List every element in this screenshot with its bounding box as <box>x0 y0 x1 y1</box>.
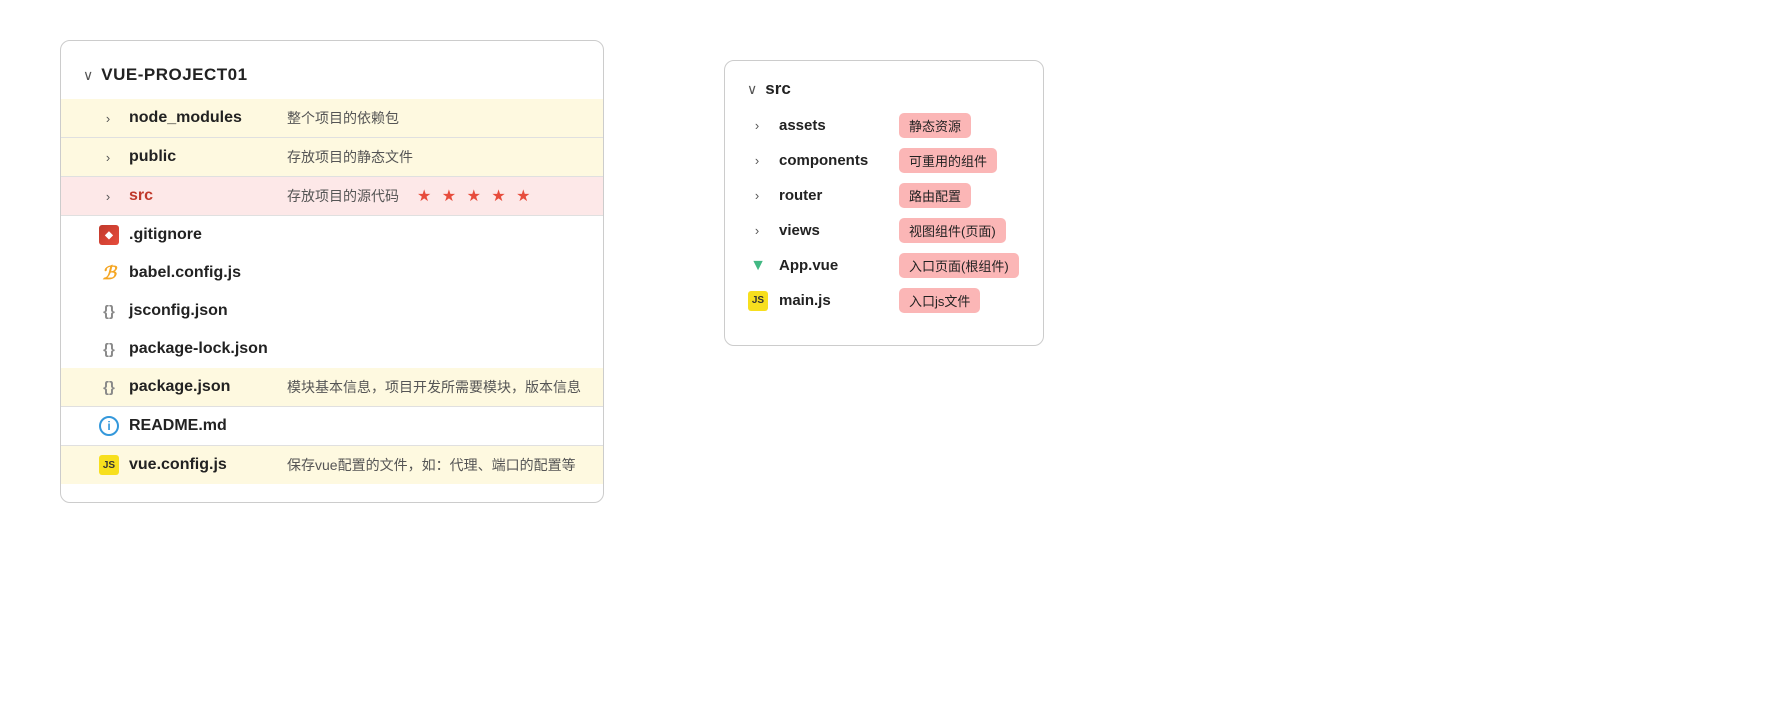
folder-icon: › <box>99 108 119 128</box>
tag-app-vue: 入口页面(根组件) <box>899 253 1019 278</box>
tag-router: 路由配置 <box>899 183 971 208</box>
folder-icon: › <box>747 188 769 203</box>
filename: assets <box>779 117 889 134</box>
list-item[interactable]: › src 存放项目的源代码 ★ ★ ★ ★ ★ <box>61 177 603 215</box>
description: 保存vue配置的文件，如：代理、端口的配置等 <box>287 455 576 475</box>
left-panel: ∨ VUE-PROJECT01 › node_modules 整个项目的依赖包 … <box>60 40 604 503</box>
list-item[interactable]: {} jsconfig.json <box>61 292 603 330</box>
stars: ★ ★ ★ ★ ★ <box>417 186 534 206</box>
list-item[interactable]: › components 可重用的组件 <box>747 148 1021 173</box>
project-title-row: ∨ VUE-PROJECT01 <box>61 59 603 99</box>
description: 整个项目的依赖包 <box>287 108 399 128</box>
filename: components <box>779 152 889 169</box>
filename: package.json <box>129 378 269 396</box>
chevron-down-icon: ∨ <box>83 67 93 84</box>
folder-icon: › <box>747 118 769 133</box>
description: 存放项目的静态文件 <box>287 147 413 167</box>
filename: node_modules <box>129 109 269 127</box>
filename: main.js <box>779 292 889 309</box>
filename: App.vue <box>779 257 889 274</box>
list-item[interactable]: ◆ .gitignore <box>61 216 603 254</box>
description: 存放项目的源代码 <box>287 186 399 206</box>
filename: README.md <box>129 417 269 435</box>
src-title: src <box>765 79 791 99</box>
js-icon: JS <box>99 455 119 475</box>
folder-icon: › <box>747 153 769 168</box>
list-item[interactable]: {} package.json 模块基本信息，项目开发所需要模块，版本信息 <box>61 368 603 406</box>
list-item[interactable]: i README.md <box>61 407 603 445</box>
tag-assets: 静态资源 <box>899 113 971 138</box>
list-item[interactable]: {} package-lock.json <box>61 330 603 368</box>
babel-icon: ℬ <box>99 263 119 283</box>
tag-views: 视图组件(页面) <box>899 218 1006 243</box>
right-panel: ∨ src › assets 静态资源 › components 可重用的组件 … <box>724 60 1044 346</box>
src-title-row: ∨ src <box>747 79 1021 99</box>
folder-icon: › <box>99 186 119 206</box>
filename: .gitignore <box>129 226 269 244</box>
list-item[interactable]: › router 路由配置 <box>747 183 1021 208</box>
list-item[interactable]: › views 视图组件(页面) <box>747 218 1021 243</box>
vue-icon: ▼ <box>747 257 769 275</box>
list-item[interactable]: ▼ App.vue 入口页面(根组件) <box>747 253 1021 278</box>
description: 模块基本信息，项目开发所需要模块，版本信息 <box>287 377 581 397</box>
js-icon: JS <box>747 291 769 311</box>
list-item[interactable]: ℬ babel.config.js <box>61 254 603 292</box>
filename: public <box>129 148 269 166</box>
list-item[interactable]: JS vue.config.js 保存vue配置的文件，如：代理、端口的配置等 <box>61 446 603 484</box>
list-item[interactable]: › public 存放项目的静态文件 <box>61 138 603 176</box>
filename: src <box>129 187 269 205</box>
info-icon: i <box>99 416 119 436</box>
json-icon: {} <box>99 339 119 359</box>
tag-components: 可重用的组件 <box>899 148 997 173</box>
chevron-down-icon: ∨ <box>747 81 757 98</box>
filename: vue.config.js <box>129 456 269 474</box>
list-item[interactable]: › node_modules 整个项目的依赖包 <box>61 99 603 137</box>
filename: babel.config.js <box>129 264 269 282</box>
filename: views <box>779 222 889 239</box>
folder-icon: › <box>747 223 769 238</box>
json-icon: {} <box>99 377 119 397</box>
json-icon: {} <box>99 301 119 321</box>
tag-main-js: 入口js文件 <box>899 288 980 313</box>
filename: jsconfig.json <box>129 302 269 320</box>
folder-icon: › <box>99 147 119 167</box>
project-title: VUE-PROJECT01 <box>101 65 247 85</box>
list-item[interactable]: › assets 静态资源 <box>747 113 1021 138</box>
list-item[interactable]: JS main.js 入口js文件 <box>747 288 1021 313</box>
filename: router <box>779 187 889 204</box>
git-icon: ◆ <box>99 225 119 245</box>
filename: package-lock.json <box>129 340 269 358</box>
